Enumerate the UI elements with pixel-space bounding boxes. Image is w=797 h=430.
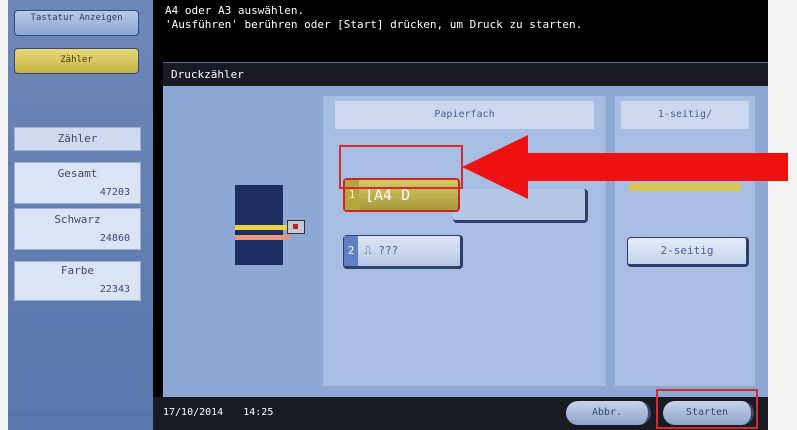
red-arrow-icon xyxy=(339,135,788,199)
